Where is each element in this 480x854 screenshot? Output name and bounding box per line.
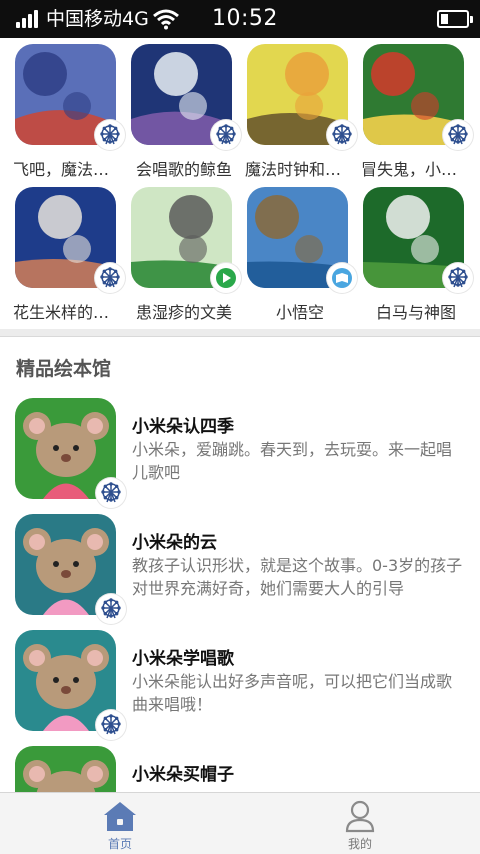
section-divider [0, 329, 480, 337]
book-title[interactable]: 会唱歌的鲸鱼 [129, 156, 239, 180]
tab-mine-label: 我的 [347, 837, 372, 851]
list-item[interactable]: 小米朵的云教孩子认识形状，就是这个故事。0-3岁的孩子对世界充满好奇，她们需要大… [0, 514, 480, 626]
list-item-description: 教孩子认识形状，就是这个故事。0-3岁的孩子对世界充满好奇，她们需要大人的引导 [132, 556, 463, 598]
list-item-description: 小米朵能认出好多声音呢，可以把它们当成歌曲来唱哦！ [132, 672, 453, 714]
ferris-wheel-icon [443, 120, 473, 150]
book-icon [327, 263, 357, 293]
tab-home-label: 首页 [107, 837, 132, 851]
book-title[interactable]: 白马与神图 [361, 299, 471, 323]
book-tile[interactable]: 白马与神图 [363, 187, 479, 327]
ferris-wheel-icon [96, 594, 126, 624]
battery-icon [437, 10, 473, 28]
ferris-wheel-icon [211, 120, 241, 150]
book-tile[interactable]: 小悟空 [247, 187, 363, 327]
ferris-wheel-icon [95, 120, 125, 150]
play-icon [211, 263, 241, 293]
user-icon [345, 800, 375, 833]
book-title[interactable]: 冒失鬼，小精灵 [361, 156, 471, 180]
book-title[interactable]: 飞吧，魔法飞毯 [13, 156, 123, 180]
tab-home[interactable]: 首页 [40, 793, 200, 854]
bottom-nav: 首页 我的 [0, 792, 480, 854]
ferris-wheel-icon [96, 478, 126, 508]
list-item-title: 小米朵买帽子 [132, 765, 234, 785]
book-tile[interactable]: 飞吧，魔法飞毯 [13, 44, 131, 184]
carrier-label: 中国移动4G [46, 8, 149, 30]
book-tile[interactable]: 患湿疹的文美 [131, 187, 247, 327]
tab-mine[interactable]: 我的 [280, 793, 440, 854]
clock: 10:52 [212, 6, 278, 31]
ferris-wheel-icon [327, 120, 357, 150]
signal-icon [16, 10, 40, 28]
book-tile[interactable]: 魔法时钟和小精灵 [245, 44, 363, 184]
list-item-title: 小米朵学唱歌 [132, 649, 234, 669]
book-tile[interactable]: 花生米样的小宝宝 [13, 187, 131, 327]
book-title[interactable]: 花生米样的小宝宝 [13, 299, 123, 323]
ferris-wheel-icon [96, 710, 126, 740]
battery-level [441, 14, 448, 24]
book-tile[interactable]: 冒失鬼，小精灵 [361, 44, 479, 184]
book-tile[interactable]: 会唱歌的鲸鱼 [131, 44, 247, 184]
list-item[interactable]: 小米朵学唱歌小米朵能认出好多声音呢，可以把它们当成歌曲来唱哦！ [0, 630, 480, 742]
book-grid: 飞吧，魔法飞毯会唱歌的鲸鱼魔法时钟和小精灵冒失鬼，小精灵花生米样的小宝宝患湿疹的… [0, 38, 480, 326]
book-title[interactable]: 魔法时钟和小精灵 [245, 156, 355, 180]
list-item-title: 小米朵的云 [132, 533, 217, 553]
book-title[interactable]: 患湿疹的文美 [129, 299, 239, 323]
book-title[interactable]: 小悟空 [245, 299, 355, 323]
status-bar: 中国移动4G 10:52 [0, 0, 480, 38]
ferris-wheel-icon [95, 263, 125, 293]
home-icon [104, 802, 136, 831]
wifi-icon [153, 9, 179, 30]
list-item[interactable]: 小米朵认四季小米朵，爱蹦跳。春天到，去玩耍。来一起唱儿歌吧 [0, 398, 480, 510]
section-title: 精品绘本馆 [16, 358, 112, 380]
list-item-description: 小米朵，爱蹦跳。春天到，去玩耍。来一起唱儿歌吧 [132, 440, 453, 482]
list-item-title: 小米朵认四季 [132, 417, 234, 437]
ferris-wheel-icon [443, 263, 473, 293]
